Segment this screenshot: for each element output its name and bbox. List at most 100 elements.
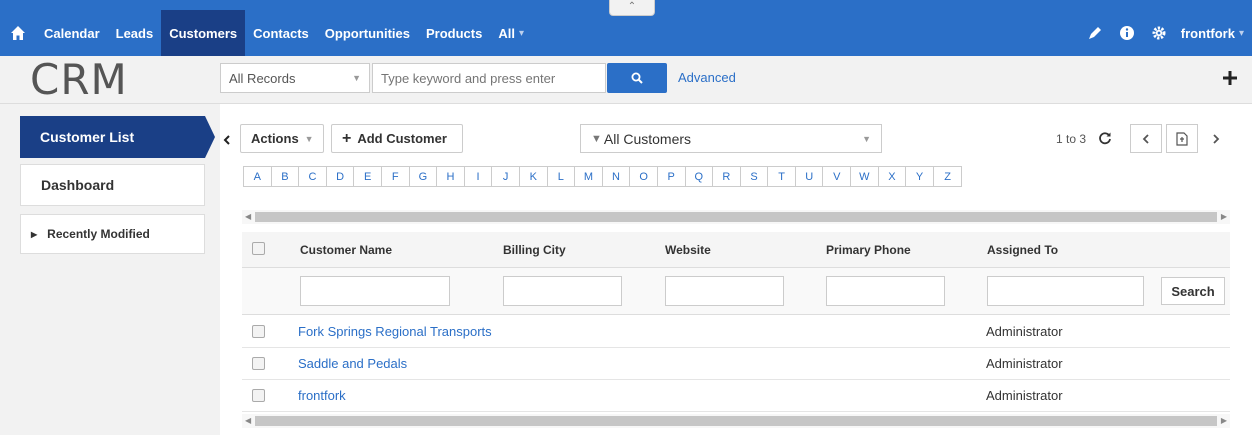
alphabet-letter-v[interactable]: V (823, 167, 852, 186)
scrollbar-thumb[interactable] (255, 212, 1217, 222)
add-customer-button[interactable]: + Add Customer (331, 124, 463, 153)
search-icon (631, 72, 643, 84)
alphabet-letter-q[interactable]: Q (685, 167, 714, 186)
add-customer-label: Add Customer (357, 131, 447, 146)
search-button[interactable] (607, 63, 667, 93)
billing-city-search-field[interactable] (503, 276, 622, 306)
scroll-left-icon[interactable]: ◀ (245, 210, 251, 224)
top-navigation: ⌃ Calendar Leads Customers Contacts Oppo… (0, 0, 1252, 56)
refresh-icon[interactable] (1098, 131, 1112, 148)
alphabet-letter-o[interactable]: O (630, 167, 658, 186)
customer-name-link[interactable]: frontfork (298, 388, 346, 403)
nav-calendar[interactable]: Calendar (36, 10, 108, 56)
customer-name-search-field[interactable] (300, 276, 450, 306)
customer-name-link[interactable]: Fork Springs Regional Transports (298, 324, 492, 339)
nav-customers[interactable]: Customers (161, 10, 246, 56)
alphabet-letter-i[interactable]: I (464, 167, 493, 186)
sidebar-item-dashboard[interactable]: Dashboard (20, 164, 205, 206)
chevron-down-icon: ▼ (862, 133, 871, 144)
chevron-down-icon: ▾ (1238, 27, 1244, 39)
info-icon[interactable] (1117, 23, 1137, 43)
alphabet-letter-w[interactable]: W (851, 167, 879, 186)
row-checkbox[interactable] (252, 357, 265, 370)
document-icon (1176, 131, 1188, 146)
sidebar-collapse-icon[interactable] (221, 134, 233, 146)
chevron-down-icon: ▾ (518, 27, 524, 39)
page-jump-button[interactable] (1166, 124, 1198, 153)
alphabet-letter-l[interactable]: L (547, 167, 576, 186)
chevron-right-icon (1213, 133, 1220, 144)
customer-name-link[interactable]: Saddle and Pedals (298, 356, 407, 371)
alphabet-letter-u[interactable]: U (795, 167, 824, 186)
alphabet-letter-a[interactable]: A (244, 167, 272, 186)
nav-opportunities[interactable]: Opportunities (317, 10, 418, 56)
column-assigned-to[interactable]: Assigned To (987, 243, 1058, 257)
nav-all-menu[interactable]: All ▾ (490, 10, 532, 56)
primary-phone-search-field[interactable] (826, 276, 945, 306)
actions-label: Actions (251, 131, 299, 146)
row-checkbox[interactable] (252, 325, 265, 338)
scroll-right-icon[interactable]: ▶ (1221, 210, 1227, 224)
chevron-down-icon: ▼ (352, 73, 361, 83)
user-menu[interactable]: frontfork ▾ (1181, 26, 1244, 41)
column-customer-name[interactable]: Customer Name (300, 243, 392, 257)
alphabet-letter-f[interactable]: F (381, 167, 410, 186)
paging-info: 1 to 3 (1056, 132, 1087, 146)
alphabet-letter-e[interactable]: E (354, 167, 382, 186)
table-row: Saddle and Pedals Administrator (242, 348, 1230, 380)
alphabet-letter-r[interactable]: R (713, 167, 741, 186)
alphabet-letter-t[interactable]: T (768, 167, 796, 186)
next-page-button[interactable] (1200, 124, 1232, 153)
alphabet-letter-j[interactable]: J (492, 167, 520, 186)
select-all-checkbox[interactable] (252, 242, 265, 255)
search-input[interactable] (372, 63, 606, 93)
column-website[interactable]: Website (665, 243, 711, 257)
pencil-icon[interactable] (1085, 23, 1105, 43)
collapse-header-toggle[interactable]: ⌃ (609, 0, 655, 16)
assigned-to-search-field[interactable] (987, 276, 1144, 306)
horizontal-scrollbar-top[interactable]: ◀ ▶ (242, 210, 1230, 224)
column-primary-phone[interactable]: Primary Phone (826, 243, 911, 257)
list-filter-select[interactable]: ▼ All Customers ▼ (580, 124, 882, 153)
crm-logo[interactable]: CRM (30, 58, 128, 102)
scroll-left-icon[interactable]: ◀ (245, 414, 251, 428)
scroll-right-icon[interactable]: ▶ (1221, 414, 1227, 428)
alphabet-letter-n[interactable]: N (602, 167, 631, 186)
nav-leads[interactable]: Leads (108, 10, 162, 56)
alphabet-letter-c[interactable]: C (299, 167, 327, 186)
home-icon[interactable] (0, 10, 36, 56)
user-name: frontfork (1180, 25, 1235, 41)
alphabet-letter-h[interactable]: H (437, 167, 465, 186)
assigned-to-value: Administrator (986, 356, 1063, 371)
list-filter-value: All Customers (603, 130, 692, 147)
nav-all-label: All (498, 25, 515, 41)
column-billing-city[interactable]: Billing City (503, 243, 566, 257)
advanced-search-link[interactable]: Advanced (678, 70, 736, 85)
alphabet-letter-s[interactable]: S (740, 167, 769, 186)
alphabet-letter-k[interactable]: K (519, 167, 548, 186)
previous-page-button[interactable] (1130, 124, 1162, 153)
scrollbar-thumb[interactable] (255, 416, 1217, 426)
sidebar-item-customer-list[interactable]: Customer List (20, 116, 215, 158)
sidebar-item-recently-modified[interactable]: ▶ Recently Modified (20, 214, 205, 254)
alphabet-letter-d[interactable]: D (326, 167, 355, 186)
add-new-icon[interactable] (1218, 66, 1242, 90)
caret-right-icon: ▶ (31, 229, 38, 239)
website-search-field[interactable] (665, 276, 784, 306)
alphabet-letter-y[interactable]: Y (906, 167, 934, 186)
nav-contacts[interactable]: Contacts (245, 10, 317, 56)
horizontal-scrollbar-bottom[interactable]: ◀ ▶ (242, 414, 1230, 428)
alphabet-letter-p[interactable]: P (657, 167, 686, 186)
sidebar: Customer List Dashboard ▶ Recently Modif… (0, 104, 220, 435)
alphabet-letter-m[interactable]: M (575, 167, 603, 186)
nav-products[interactable]: Products (418, 10, 490, 56)
column-search-button[interactable]: Search (1161, 277, 1225, 305)
alphabet-letter-x[interactable]: X (878, 167, 907, 186)
record-filter-select[interactable]: All Records ▼ (220, 63, 370, 93)
alphabet-letter-b[interactable]: B (271, 167, 300, 186)
gear-icon[interactable] (1149, 23, 1169, 43)
alphabet-letter-g[interactable]: G (409, 167, 438, 186)
actions-button[interactable]: Actions ▼ (240, 124, 324, 153)
alphabet-letter-z[interactable]: Z (933, 167, 962, 186)
row-checkbox[interactable] (252, 389, 265, 402)
